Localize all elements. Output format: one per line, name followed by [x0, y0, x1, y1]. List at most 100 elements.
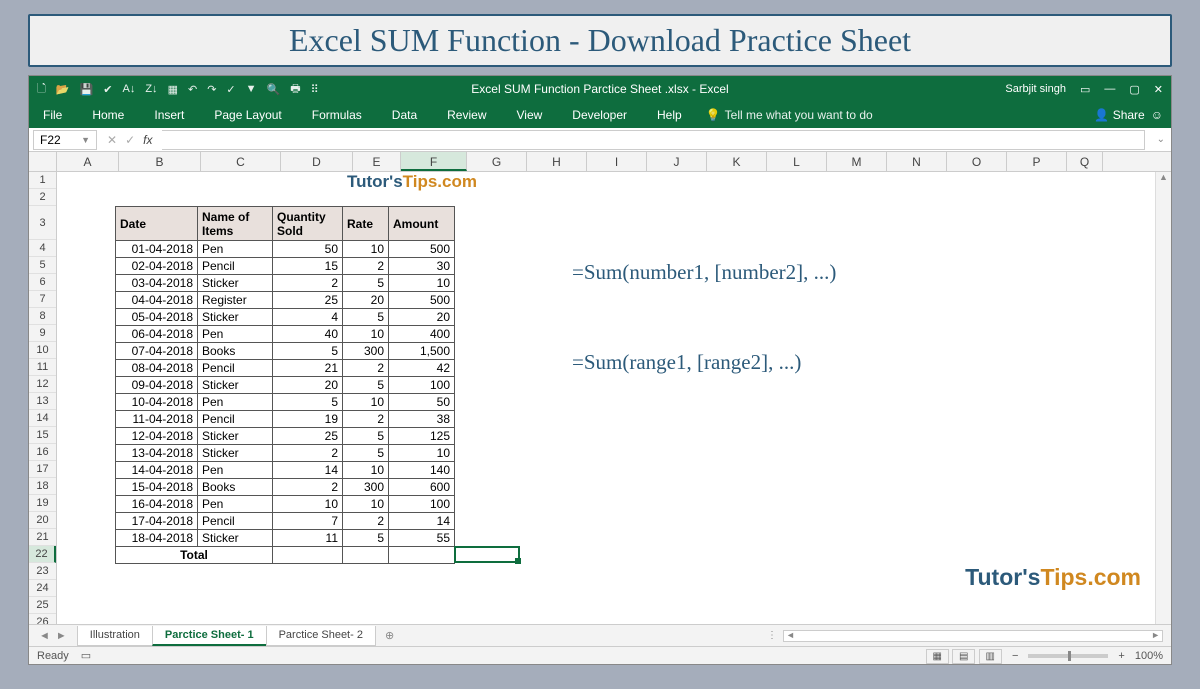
tab-review[interactable]: Review [441, 104, 492, 126]
cell-qty[interactable]: 7 [273, 513, 343, 530]
cell-amount[interactable]: 1,500 [389, 343, 455, 360]
row-header[interactable]: 20 [29, 512, 56, 529]
cell-amount[interactable]: 600 [389, 479, 455, 496]
tab-insert[interactable]: Insert [148, 104, 190, 126]
cell-item[interactable]: Pencil [198, 258, 273, 275]
cell-date[interactable]: 08-04-2018 [116, 360, 198, 377]
add-sheet-button[interactable]: ⊕ [375, 629, 404, 642]
ribbon-options-icon[interactable]: ▭ [1080, 83, 1090, 96]
cell-date[interactable]: 07-04-2018 [116, 343, 198, 360]
row-header[interactable]: 13 [29, 393, 56, 410]
cell-qty[interactable]: 10 [273, 496, 343, 513]
sort-asc-icon[interactable]: A↓ [122, 83, 135, 95]
tab-file[interactable]: File [37, 104, 68, 126]
zoom-out-icon[interactable]: − [1012, 650, 1018, 662]
cell-item[interactable]: Books [198, 479, 273, 496]
cell-qty[interactable]: 25 [273, 292, 343, 309]
next-sheet-icon[interactable]: ► [56, 630, 67, 642]
row-header[interactable]: 22 [29, 546, 56, 563]
print-icon[interactable]: 🖶 [290, 80, 300, 99]
cell-qty[interactable]: 2 [273, 445, 343, 462]
enter-formula-icon[interactable]: ✓ [125, 133, 135, 147]
minimize-icon[interactable]: — [1104, 83, 1115, 95]
cell-date[interactable]: 01-04-2018 [116, 241, 198, 258]
cell-item[interactable]: Register [198, 292, 273, 309]
column-header[interactable]: A [57, 152, 119, 171]
column-header[interactable]: Q [1067, 152, 1103, 171]
table-row[interactable]: 16-04-2018Pen1010100 [116, 496, 455, 513]
cell-date[interactable]: 06-04-2018 [116, 326, 198, 343]
cell-item[interactable]: Sticker [198, 428, 273, 445]
cell-date[interactable]: 17-04-2018 [116, 513, 198, 530]
table-row[interactable]: 06-04-2018Pen4010400 [116, 326, 455, 343]
cell-rate[interactable]: 5 [343, 428, 389, 445]
table-row[interactable]: 15-04-2018Books2300600 [116, 479, 455, 496]
tab-page-layout[interactable]: Page Layout [208, 104, 287, 126]
page-layout-view-icon[interactable]: ▤ [952, 649, 975, 664]
cell-item[interactable]: Pen [198, 326, 273, 343]
column-header[interactable]: P [1007, 152, 1067, 171]
tab-help[interactable]: Help [651, 104, 688, 126]
cell-date[interactable]: 13-04-2018 [116, 445, 198, 462]
cell-rate[interactable]: 10 [343, 496, 389, 513]
table-row[interactable]: 14-04-2018Pen1410140 [116, 462, 455, 479]
cell-amount[interactable]: 400 [389, 326, 455, 343]
undo-icon[interactable]: ↶ [188, 83, 197, 96]
sheet-tab[interactable]: Parctice Sheet- 2 [266, 626, 376, 646]
th-date[interactable]: Date [116, 207, 198, 241]
column-header[interactable]: F [401, 152, 467, 171]
vertical-scrollbar[interactable]: ▲ [1155, 172, 1171, 630]
expand-formula-bar-icon[interactable]: ⌄ [1151, 134, 1171, 145]
cell-qty[interactable]: 5 [273, 394, 343, 411]
column-header[interactable]: I [587, 152, 647, 171]
cell-item[interactable]: Books [198, 343, 273, 360]
column-header[interactable]: D [281, 152, 353, 171]
formula-input[interactable] [162, 130, 1144, 150]
cell-amount[interactable]: 14 [389, 513, 455, 530]
cell-rate[interactable]: 10 [343, 241, 389, 258]
cell-item[interactable]: Pencil [198, 513, 273, 530]
filter-icon[interactable]: ▼ [246, 83, 257, 95]
cell-qty[interactable]: 2 [273, 479, 343, 496]
table-row[interactable]: 17-04-2018Pencil7214 [116, 513, 455, 530]
cell-amount[interactable]: 42 [389, 360, 455, 377]
tab-formulas[interactable]: Formulas [306, 104, 368, 126]
zoom-slider[interactable] [1028, 654, 1108, 658]
sheet-tab[interactable]: Parctice Sheet- 1 [152, 626, 267, 646]
th-amount[interactable]: Amount [389, 207, 455, 241]
row-header[interactable]: 17 [29, 461, 56, 478]
row-header[interactable]: 15 [29, 427, 56, 444]
zoom-in-icon[interactable]: + [1118, 650, 1124, 662]
cell-item[interactable]: Pencil [198, 411, 273, 428]
table-row[interactable]: 11-04-2018Pencil19238 [116, 411, 455, 428]
user-name[interactable]: Sarbjit singh [1005, 83, 1066, 95]
row-header[interactable]: 24 [29, 580, 56, 597]
column-header[interactable]: L [767, 152, 827, 171]
cell-rate[interactable]: 5 [343, 275, 389, 292]
row-header[interactable]: 3 [29, 206, 56, 240]
name-box[interactable]: F22 ▼ [33, 130, 97, 150]
th-rate[interactable]: Rate [343, 207, 389, 241]
cell-item[interactable]: Pen [198, 462, 273, 479]
cell-rate[interactable]: 5 [343, 377, 389, 394]
cell-amount[interactable]: 38 [389, 411, 455, 428]
spellcheck-icon[interactable]: ✓ [226, 83, 235, 96]
cell-date[interactable]: 03-04-2018 [116, 275, 198, 292]
cell-qty[interactable]: 50 [273, 241, 343, 258]
cancel-formula-icon[interactable]: ✕ [107, 133, 117, 147]
cell-item[interactable]: Pencil [198, 360, 273, 377]
cell-item[interactable]: Sticker [198, 530, 273, 547]
cell-rate[interactable]: 5 [343, 445, 389, 462]
cell-rate[interactable]: 10 [343, 462, 389, 479]
cell-date[interactable]: 15-04-2018 [116, 479, 198, 496]
macro-record-icon[interactable]: ▭ [81, 649, 91, 662]
cell-amount[interactable]: 125 [389, 428, 455, 445]
tab-developer[interactable]: Developer [566, 104, 633, 126]
cell-amount[interactable]: 50 [389, 394, 455, 411]
row-header[interactable]: 14 [29, 410, 56, 427]
cell-amount[interactable]: 100 [389, 377, 455, 394]
share-button[interactable]: 👤 Share [1094, 108, 1144, 122]
cell-rate[interactable]: 300 [343, 343, 389, 360]
cell-rate[interactable]: 10 [343, 326, 389, 343]
total-row[interactable]: Total [116, 547, 455, 564]
